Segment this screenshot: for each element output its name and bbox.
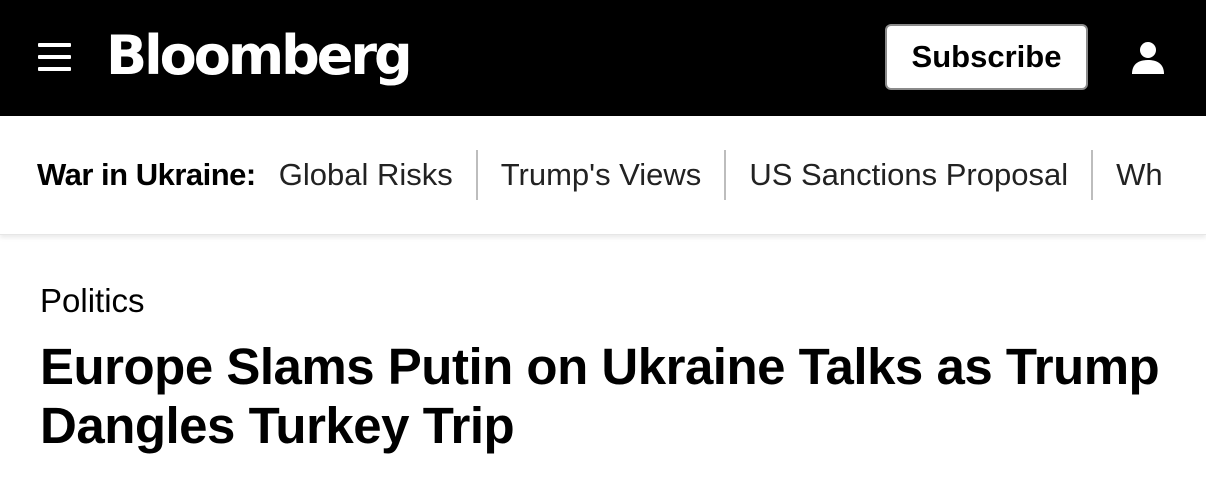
- nav-link-truncated[interactable]: Wh: [1093, 150, 1186, 200]
- subscribe-button[interactable]: Subscribe: [885, 24, 1088, 90]
- nav-link-trumps-views[interactable]: Trump's Views: [478, 150, 727, 200]
- article-category-label[interactable]: Politics: [40, 282, 145, 320]
- hamburger-menu-icon[interactable]: [38, 43, 71, 73]
- article-headline: Europe Slams Putin on Ukraine Talks as T…: [40, 338, 1160, 454]
- top-header-bar: Bloomberg Subscribe: [0, 0, 1206, 116]
- topic-nav-bar: War in Ukraine: Global Risks Trump's Vie…: [0, 116, 1206, 235]
- topic-nav-heading: War in Ukraine:: [37, 157, 256, 192]
- bloomberg-logo[interactable]: Bloomberg: [106, 24, 413, 88]
- user-account-icon[interactable]: [1130, 40, 1166, 76]
- nav-link-global-risks[interactable]: Global Risks: [279, 150, 478, 200]
- nav-link-us-sanctions-proposal[interactable]: US Sanctions Proposal: [726, 150, 1094, 200]
- topic-nav-inner: War in Ukraine: Global Risks Trump's Vie…: [37, 116, 1186, 234]
